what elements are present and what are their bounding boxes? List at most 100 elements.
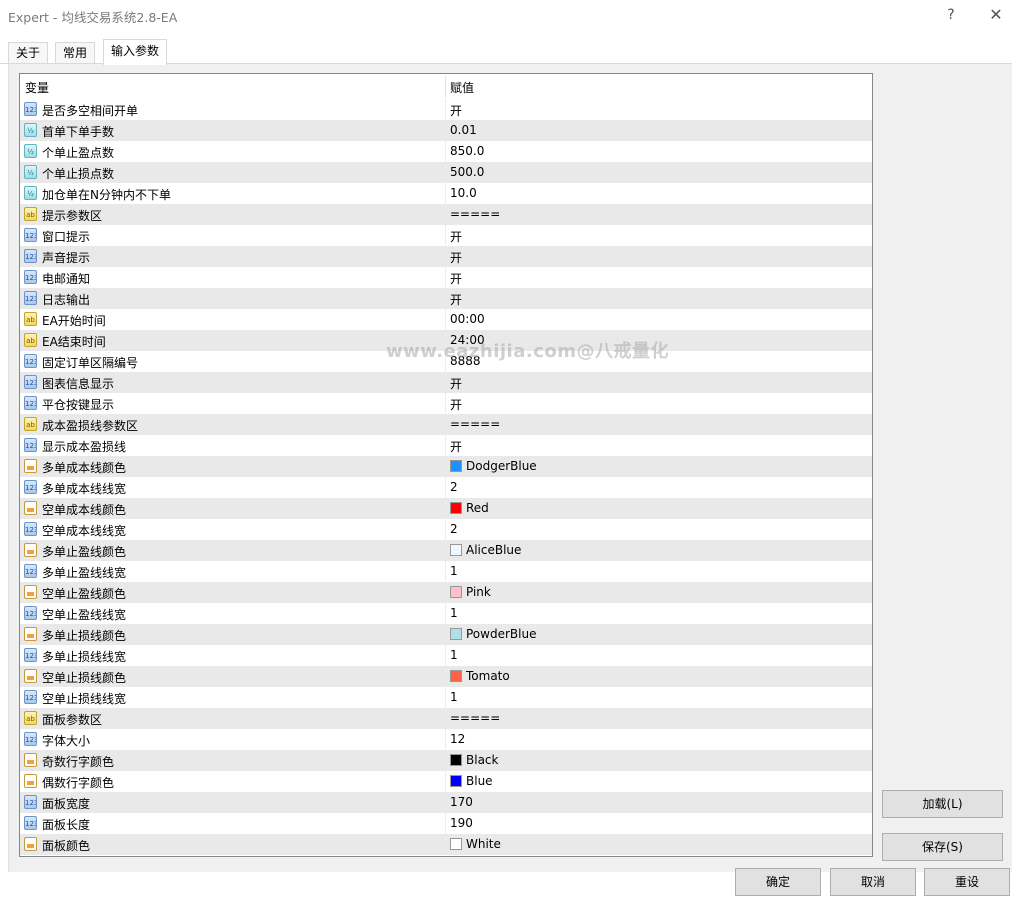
table-row[interactable]: 123 字体大小 12 [20,729,872,750]
double-type-icon: ½ [24,123,37,137]
parameter-value[interactable]: ===== [450,711,500,725]
parameter-name: 声音提示 [42,251,91,265]
table-row[interactable]: 123 窗口提示 开 [20,225,872,246]
parameter-value[interactable]: Blue [466,774,493,788]
parameter-value[interactable]: 1 [450,606,458,620]
parameter-value[interactable]: 2 [450,522,458,536]
integer-type-icon: 123 [24,648,37,662]
table-row[interactable]: 123 多单止盈线线宽 1 [20,561,872,582]
parameter-value[interactable]: DodgerBlue [466,459,537,473]
table-row[interactable]: 空单止盈线颜色 Pink [20,582,872,603]
parameter-value[interactable]: PowderBlue [466,627,536,641]
parameter-value[interactable]: 开 [450,375,462,392]
table-row[interactable]: 面板颜色 White [20,834,872,855]
parameter-value[interactable]: 1 [450,564,458,578]
tab-inputs[interactable]: 输入参数 [103,39,168,65]
parameter-value[interactable]: 开 [450,249,462,266]
parameter-value[interactable]: 12 [450,732,465,746]
parameter-name: 固定订单区隔编号 [42,356,139,370]
parameter-value[interactable]: Black [466,753,498,767]
parameters-grid[interactable]: 变量 赋值 123是否多空相间开单开½首单下单手数0.01½个单止盈点数850.… [19,73,873,857]
parameter-value[interactable]: Red [466,501,489,515]
parameter-value[interactable]: 开 [450,438,462,455]
table-row[interactable]: ab 提示参数区 ===== [20,204,872,225]
table-row[interactable]: 多单成本线颜色 DodgerBlue [20,456,872,477]
color-type-icon [24,774,37,788]
parameter-value[interactable]: 10.0 [450,186,477,200]
color-swatch [450,775,462,787]
parameter-value[interactable]: 170 [450,795,473,809]
table-row[interactable]: 123 多单成本线线宽 2 [20,477,872,498]
reset-button[interactable]: 重设 [924,868,1010,896]
header-divider[interactable] [445,76,446,97]
color-swatch [450,754,462,766]
header-variable[interactable]: 变量 [25,79,49,96]
table-row[interactable]: ab 面板参数区 ===== [20,708,872,729]
table-row[interactable]: 123 面板长度 190 [20,813,872,834]
column-divider [445,393,446,414]
parameter-value[interactable]: 850.0 [450,144,484,158]
table-row[interactable]: 123 声音提示 开 [20,246,872,267]
table-row[interactable]: 空单止损线颜色 Tomato [20,666,872,687]
parameter-value[interactable]: Pink [466,585,491,599]
table-row[interactable]: ab EA开始时间 00:00 [20,309,872,330]
table-row[interactable]: ½ 首单下单手数 0.01 [20,120,872,141]
integer-type-icon: 123 [24,270,37,284]
close-button[interactable]: ✕ [981,4,1011,26]
parameter-value[interactable]: Tomato [466,669,510,683]
header-value[interactable]: 赋值 [450,79,474,96]
column-divider [445,645,446,666]
parameter-name: 电邮通知 [42,272,91,286]
table-row[interactable]: 123 图表信息显示 开 [20,372,872,393]
table-row[interactable]: 123 空单止盈线线宽 1 [20,603,872,624]
help-button[interactable]: ? [936,4,966,26]
column-divider [445,708,446,729]
table-row[interactable]: 123 电邮通知 开 [20,267,872,288]
table-row[interactable]: 空单成本线颜色 Red [20,498,872,519]
string-type-icon: ab [24,711,37,725]
parameter-value[interactable]: 开 [450,270,462,287]
tab-about[interactable]: 关于 [8,42,49,64]
table-row[interactable]: 123 空单止损线线宽 1 [20,687,872,708]
column-divider [445,435,446,456]
table-row[interactable]: ½ 个单止盈点数 850.0 [20,141,872,162]
parameter-value[interactable]: 开 [450,102,462,119]
table-row[interactable]: 奇数行字颜色 Black [20,750,872,771]
ok-button[interactable]: 确定 [735,868,821,896]
parameter-value[interactable]: ===== [450,207,500,221]
parameter-value[interactable]: 500.0 [450,165,484,179]
table-row[interactable]: 123 面板宽度 170 [20,792,872,813]
tab-common[interactable]: 常用 [55,42,96,64]
save-button[interactable]: 保存(S) [882,833,1003,861]
table-row[interactable]: 123 多单止损线线宽 1 [20,645,872,666]
parameter-value[interactable]: 1 [450,690,458,704]
parameter-value[interactable]: 开 [450,228,462,245]
parameter-name: 奇数行字颜色 [42,755,115,769]
parameter-value[interactable]: ===== [450,417,500,431]
parameter-value[interactable]: 00:00 [450,312,485,326]
parameter-value[interactable]: AliceBlue [466,543,521,557]
table-row[interactable]: 123 是否多空相间开单 开 [20,99,872,120]
parameter-value[interactable]: 开 [450,396,462,413]
table-row[interactable]: 多单止盈线颜色 AliceBlue [20,540,872,561]
parameter-name: 日志输出 [42,293,91,307]
table-row[interactable]: 多单止损线颜色 PowderBlue [20,624,872,645]
cancel-button[interactable]: 取消 [830,868,916,896]
table-row[interactable]: 123 空单成本线线宽 2 [20,519,872,540]
table-row[interactable]: 123 平仓按键显示 开 [20,393,872,414]
table-row[interactable]: 偶数行字颜色 Blue [20,771,872,792]
table-row[interactable]: 123 日志输出 开 [20,288,872,309]
column-divider [445,834,446,855]
load-button[interactable]: 加载(L) [882,790,1003,818]
column-divider [445,288,446,309]
parameter-value[interactable]: 190 [450,816,473,830]
parameter-value[interactable]: 开 [450,291,462,308]
table-row[interactable]: ½ 个单止损点数 500.0 [20,162,872,183]
table-row[interactable]: ab 成本盈损线参数区 ===== [20,414,872,435]
parameter-value[interactable]: 0.01 [450,123,477,137]
parameter-value[interactable]: 2 [450,480,458,494]
parameter-value[interactable]: 1 [450,648,458,662]
table-row[interactable]: 123 显示成本盈损线 开 [20,435,872,456]
parameter-value[interactable]: White [466,837,501,851]
table-row[interactable]: ½ 加仓单在N分钟内不下单 10.0 [20,183,872,204]
